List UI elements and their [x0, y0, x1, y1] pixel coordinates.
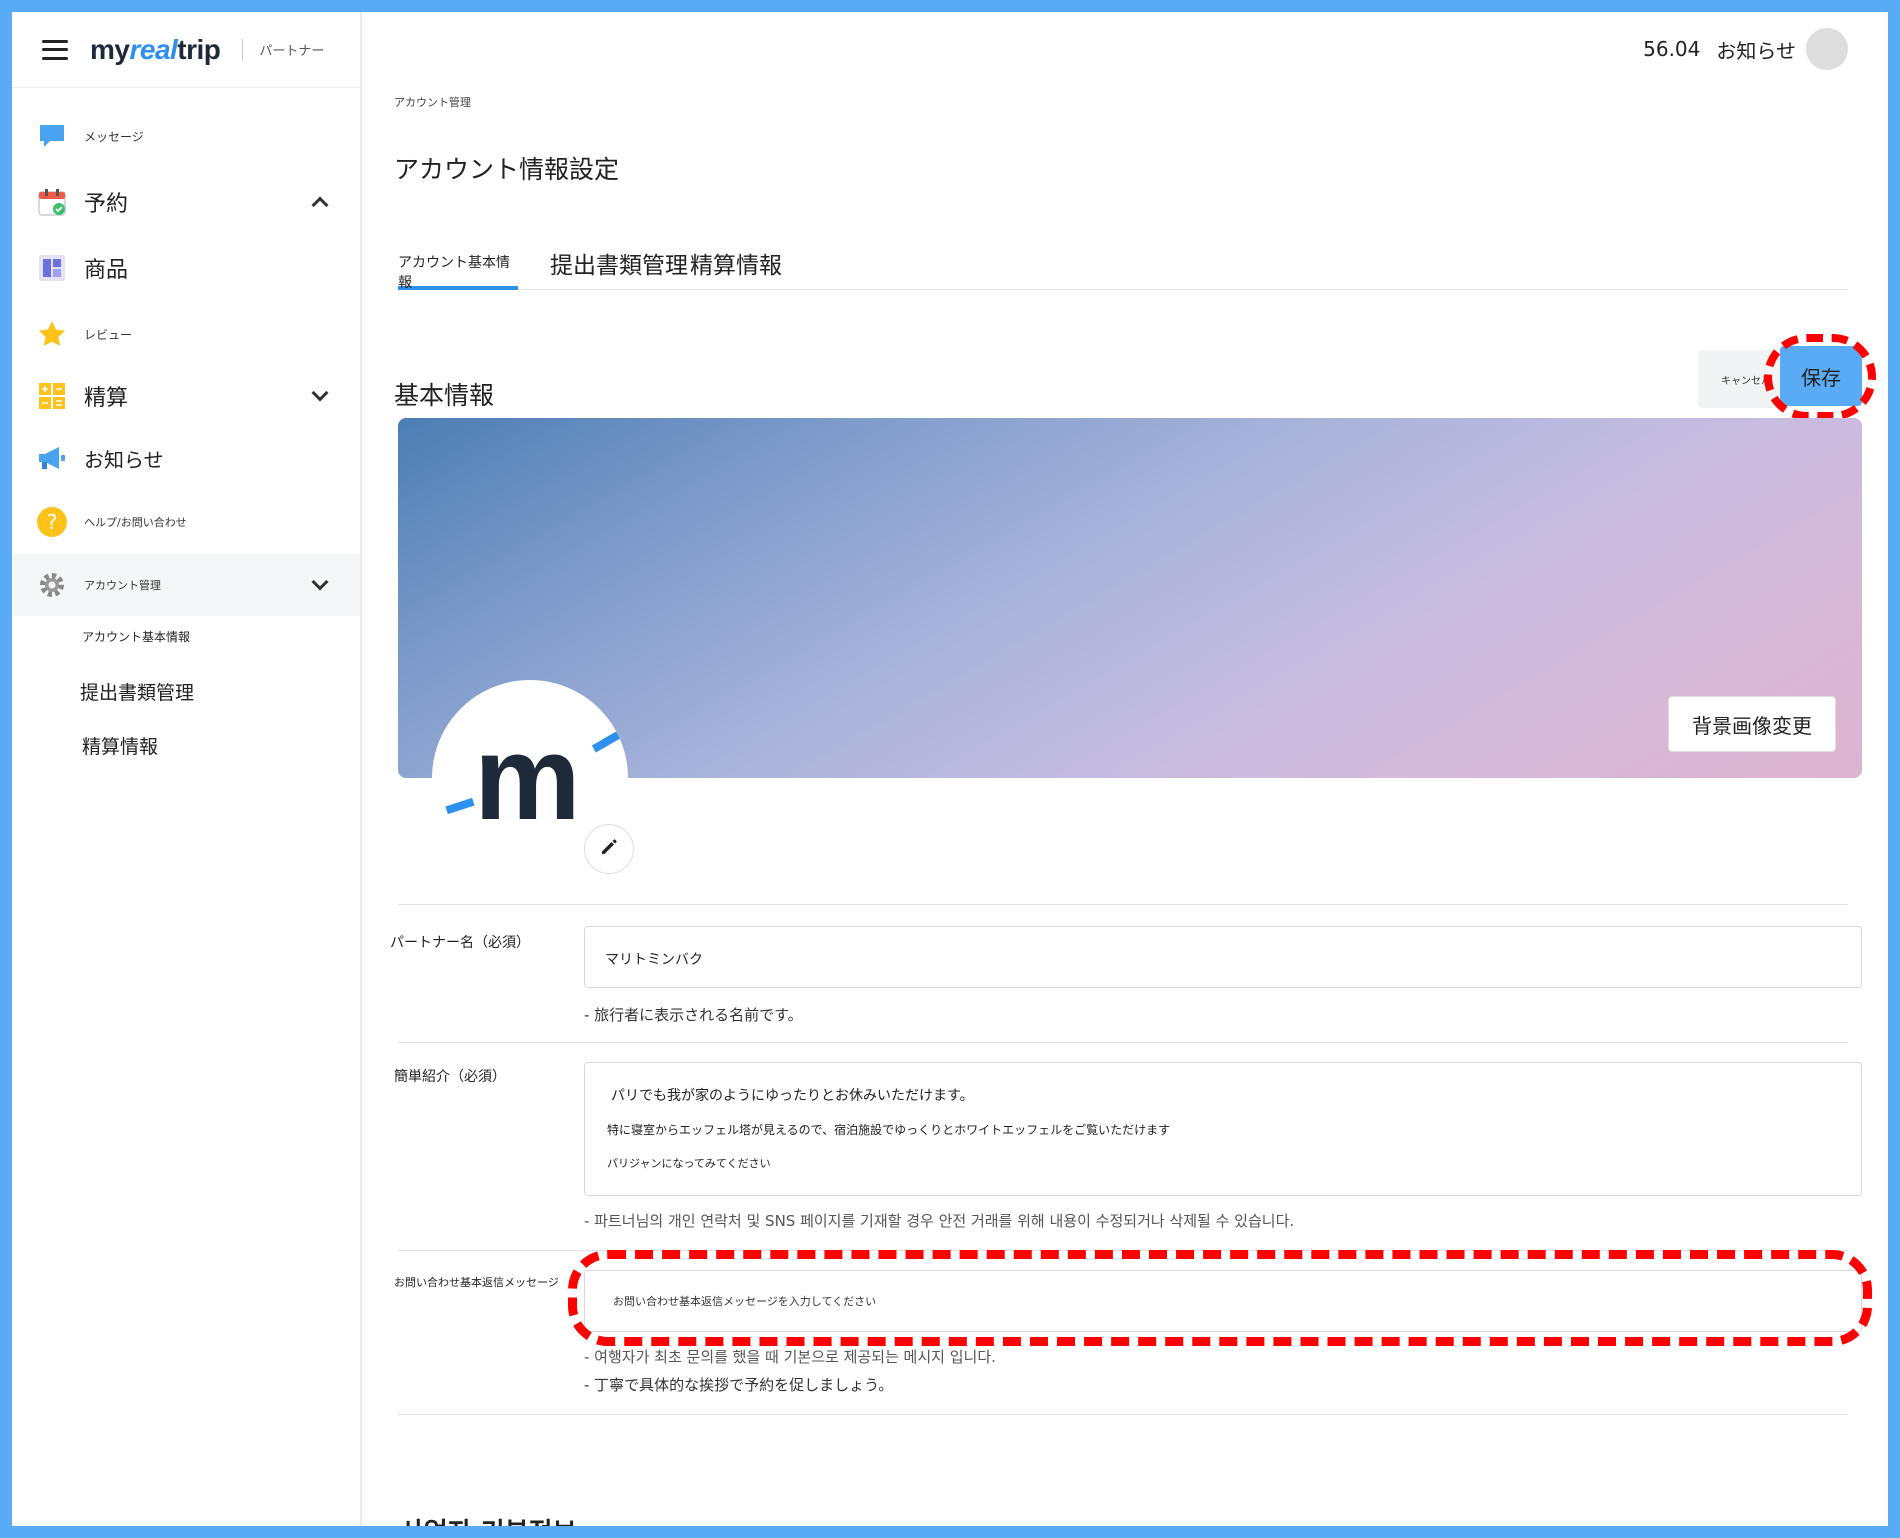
sidebar-item-products[interactable]: 商品: [12, 242, 360, 294]
chevron-down-icon[interactable]: [311, 573, 329, 591]
sidebar-item-label: メッセージ: [84, 129, 144, 144]
inquiry-placeholder: お問い合わせ基本返信メッセージを入力してください: [613, 1295, 877, 1308]
cover-image: 背景画像変更: [398, 418, 1862, 778]
intro-help: - 파트너님의 개인 연락처 및 SNS 페이지를 기재할 경우 안전 거래를 …: [584, 1212, 1295, 1230]
sidebar-item-notices[interactable]: お知らせ: [12, 432, 360, 484]
tab-documents[interactable]: 提出書類管理: [550, 238, 688, 290]
divider: [398, 1250, 1848, 1251]
intro-label: 簡単紹介（必須）: [394, 1069, 506, 1085]
intro-line: パリジャンになってみてください: [607, 1157, 771, 1170]
calendar-icon: [36, 186, 68, 218]
save-button[interactable]: 保存: [1780, 346, 1862, 406]
change-background-button[interactable]: 背景画像変更: [1668, 696, 1836, 752]
logo-accent-mark: [591, 731, 621, 753]
tab-settlement-info[interactable]: 精算情報: [690, 238, 782, 290]
partner-name-field[interactable]: マリトミンバク: [584, 926, 1862, 988]
sidebar-item-label: お知らせ: [84, 447, 164, 472]
sidebar-header: myrealtrip パートナー: [12, 12, 360, 88]
inquiry-message-field[interactable]: お問い合わせ基本返信メッセージを入力してください: [584, 1270, 1862, 1332]
sidebar-item-label: 予約: [84, 192, 129, 217]
breadcrumb[interactable]: アカウント管理: [394, 94, 471, 110]
business-info-title: 사업자 기본정보: [400, 1512, 577, 1526]
sidebar-item-label: 精算: [84, 386, 129, 411]
divider: [398, 1042, 1848, 1043]
tab-label: 提出書類管理: [550, 253, 688, 279]
tab-account-basic[interactable]: アカウント基本情報: [398, 238, 518, 291]
profile-logo-letter: m: [474, 711, 581, 845]
sidebar-item-reservations[interactable]: 予約: [12, 176, 360, 228]
partner-name-label: パートナー名（必須）: [390, 935, 530, 951]
inquiry-label: お問い合わせ基本返信メッセージ: [394, 1276, 559, 1289]
intro-line: パリでも我が家のようにゆったりとお休みいただけます。: [611, 1088, 974, 1104]
sidebar-item-settlement[interactable]: 精算: [12, 370, 360, 422]
calculator-icon: [36, 380, 68, 412]
page-title: アカウント情報設定: [394, 155, 620, 184]
sidebar-item-label: アカウント管理: [84, 579, 161, 592]
chevron-up-icon[interactable]: [311, 196, 329, 214]
logo-divider: [242, 38, 244, 61]
main-content: 56.04 お知らせ アカウント管理 アカウント情報設定 アカウント基本情報 提…: [364, 12, 1888, 1526]
sidebar-item-help[interactable]: ? ヘルプ/お問い合わせ: [12, 496, 360, 548]
partner-name-value: マリトミンバク: [605, 952, 703, 968]
tab-bar: アカウント基本情報 提出書類管理 精算情報: [398, 238, 1848, 291]
inquiry-help-1: - 여행자가 최초 문의를 했을 때 기본으로 제공되는 메시지 입니다.: [584, 1348, 996, 1366]
pencil-icon: [599, 837, 619, 861]
sidebar-item-account[interactable]: アカウント管理: [12, 554, 360, 616]
message-icon: [36, 120, 68, 152]
star-icon: [36, 318, 68, 350]
sidebar-item-messages[interactable]: メッセージ: [12, 110, 360, 162]
sidebar-item-label: ヘルプ/お問い合わせ: [84, 516, 187, 529]
sidebar: myrealtrip パートナー メッセージ 予約 商品 レビュー 精算 お知ら…: [12, 12, 362, 1526]
sidebar-item-label: レビュー: [84, 327, 133, 342]
avatar[interactable]: [1806, 28, 1848, 70]
top-bar: 56.04 お知らせ: [1643, 28, 1848, 70]
sidebar-item-label: 商品: [84, 258, 129, 283]
megaphone-icon: [36, 442, 68, 474]
edit-profile-button[interactable]: [584, 824, 634, 874]
section-title: 基本情報: [394, 381, 495, 410]
logo-subtitle: パートナー: [259, 44, 325, 59]
header-notice-link[interactable]: お知らせ: [1716, 35, 1796, 64]
tab-label: アカウント基本情報: [398, 255, 510, 291]
gear-icon: [36, 569, 68, 601]
svg-text:?: ?: [47, 510, 58, 534]
intro-field[interactable]: パリでも我が家のようにゆったりとお休みいただけます。 特に寝室からエッフェル塔が…: [584, 1062, 1862, 1196]
hamburger-menu-icon[interactable]: [42, 39, 68, 60]
sidebar-subitem-settlement-info[interactable]: 精算情報: [82, 732, 158, 759]
product-icon: [36, 252, 68, 284]
sidebar-subitem-documents[interactable]: 提出書類管理: [80, 678, 194, 705]
tab-label: 精算情報: [690, 253, 782, 279]
sidebar-item-reviews[interactable]: レビュー: [12, 308, 360, 360]
help-icon: ?: [36, 506, 68, 538]
app-window: myrealtrip パートナー メッセージ 予約 商品 レビュー 精算 お知ら…: [12, 12, 1888, 1526]
logo-accent-mark: [445, 797, 475, 815]
sidebar-subitem-account-basic[interactable]: アカウント基本情報: [82, 628, 190, 645]
header-number: 56.04: [1643, 37, 1701, 61]
divider: [398, 904, 1848, 905]
chevron-down-icon[interactable]: [311, 384, 329, 402]
inquiry-help-2: - 丁寧で具体的な挨拶で予約を促しましょう。: [584, 1376, 894, 1394]
logo[interactable]: myrealtrip: [90, 34, 221, 66]
partner-name-help: - 旅行者に表示される名前です。: [584, 1006, 803, 1024]
intro-line: 特に寝室からエッフェル塔が見えるので、宿泊施設でゆっくりとホワイトエッフェルをご…: [607, 1123, 1171, 1137]
divider: [398, 1414, 1848, 1415]
